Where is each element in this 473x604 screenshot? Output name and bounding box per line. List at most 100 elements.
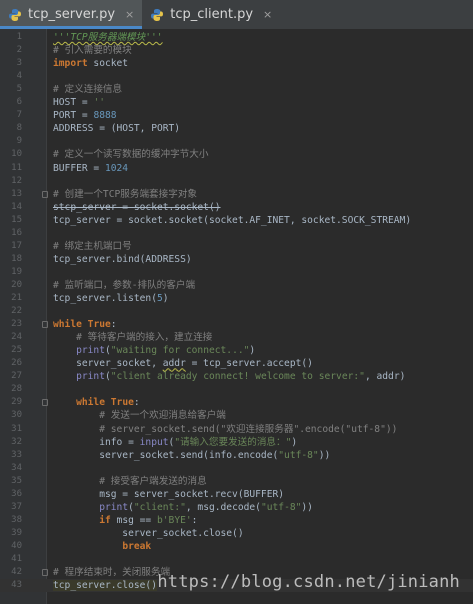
code-text: ADDRESS = (HOST, PORT)	[53, 122, 180, 135]
code-token: while	[53, 319, 82, 331]
code-line[interactable]: 23 while True:	[0, 318, 473, 331]
code-line[interactable]: 9	[0, 135, 473, 148]
code-token: "client:"	[133, 501, 186, 513]
code-text: info = input("请输入您要发送的消息：")	[53, 436, 297, 449]
code-line[interactable]: 28	[0, 383, 473, 396]
code-line[interactable]: 8 ADDRESS = (HOST, PORT)	[0, 122, 473, 135]
code-line[interactable]: 15 tcp_server = socket.socket(socket.AF_I…	[0, 214, 473, 227]
code-text: PORT = 8888	[53, 109, 117, 122]
code-line[interactable]: 10 # 定义一个读写数据的缓冲字节大小	[0, 148, 473, 161]
code-line[interactable]: 1 '''TCP服务器端模块'''	[0, 31, 473, 44]
code-line[interactable]: 4	[0, 70, 473, 83]
code-token: :	[110, 319, 117, 331]
code-line[interactable]: 32 info = input("请输入您要发送的消息：")	[0, 436, 473, 449]
code-line[interactable]: 36 msg = server_socket.recv(BUFFER)	[0, 488, 473, 501]
code-text: print("client already connect! welcome t…	[53, 370, 405, 383]
line-number: 27	[11, 371, 22, 382]
code-token: , addr)	[364, 371, 406, 383]
code-line[interactable]: 12	[0, 175, 473, 188]
code-line[interactable]: 27 print("client already connect! welcom…	[0, 370, 473, 383]
tab-label: tcp_server.py	[28, 7, 116, 22]
code-line[interactable]: 39 server_socket.close()	[0, 527, 473, 540]
code-token: :	[133, 397, 140, 409]
code-line[interactable]: 14 stcp_server = socket.socket()	[0, 201, 473, 214]
code-token: 1024	[104, 162, 129, 174]
code-token: tcp_server = socket.socket(socket.AF_INE…	[53, 214, 412, 226]
line-number: 7	[16, 110, 22, 121]
line-number: 35	[11, 475, 22, 486]
code-token: # 定义连接信息	[53, 84, 123, 96]
code-line[interactable]: 31 # server_socket.send("欢迎连接服务器".encode…	[0, 423, 473, 436]
code-line[interactable]: 16	[0, 227, 473, 240]
code-text: if msg == b'BYE':	[53, 514, 197, 527]
code-line[interactable]: 5 # 定义连接信息	[0, 83, 473, 96]
fold-marker-icon[interactable]	[42, 399, 48, 407]
code-line[interactable]: 19	[0, 266, 473, 279]
code-line[interactable]: 21 tcp_server.listen(5)	[0, 292, 473, 305]
watermark: https://blog.csdn.net/jinianh	[157, 572, 460, 592]
code-token: server_socket.send(info.encode(	[53, 449, 279, 461]
code-line[interactable]: 34	[0, 462, 473, 475]
code-line[interactable]: 13 # 创建一个TCP服务端套接字对象	[0, 188, 473, 201]
code-line[interactable]: 11 BUFFER = 1024	[0, 162, 473, 175]
code-line[interactable]: 20 # 监听端口，参数-排队的客户端	[0, 279, 473, 292]
line-number: 15	[11, 214, 22, 225]
line-number: 26	[11, 358, 22, 369]
code-text: import socket	[53, 57, 128, 70]
code-line[interactable]: 29 while True:	[0, 396, 473, 409]
line-number: 18	[11, 253, 22, 264]
editor-tab-bar: tcp_server.py × tcp_client.py ×	[0, 0, 473, 30]
line-number: 16	[11, 227, 22, 238]
code-text: print("waiting for connect...")	[53, 344, 255, 357]
code-text: server_socket, addr = tcp_server.accept(…	[53, 357, 313, 370]
code-text: # 引入需要的模块	[53, 44, 132, 57]
code-line[interactable]: 37 print("client:", msg.decode("utf-8"))	[0, 501, 473, 514]
code-line[interactable]: 22	[0, 305, 473, 318]
fold-marker-icon[interactable]	[42, 569, 48, 577]
code-line[interactable]: 3 import socket	[0, 57, 473, 70]
code-editor[interactable]: 1 '''TCP服务器端模块''' 2 # 引入需要的模块 3 import socket…	[0, 29, 473, 604]
code-text: # 监听端口，参数-排队的客户端	[53, 279, 195, 292]
code-text: # 定义连接信息	[53, 83, 122, 96]
code-line[interactable]: 24 # 等待客户端的接入，建立连接	[0, 331, 473, 344]
line-number: 6	[16, 97, 22, 108]
code-line[interactable]: 41	[0, 553, 473, 566]
code-line[interactable]: 7 PORT = 8888	[0, 109, 473, 122]
fold-marker-icon[interactable]	[42, 321, 48, 329]
line-number: 14	[11, 201, 22, 212]
close-icon[interactable]: ×	[125, 8, 134, 21]
line-number: 43	[11, 580, 22, 591]
line-number: 12	[11, 175, 22, 186]
code-line[interactable]: 30 # 发送一个欢迎消息给客户端	[0, 409, 473, 422]
code-token: tcp_server.close()	[53, 580, 157, 592]
code-line[interactable]: 35 # 接受客户端发送的消息	[0, 475, 473, 488]
line-number: 34	[11, 462, 22, 473]
code-token: # 创建一个TCP服务端套接字对象	[53, 188, 198, 200]
code-line[interactable]: 6 HOST = ''	[0, 96, 473, 109]
code-line[interactable]: 40 break	[0, 540, 473, 553]
tab-tcp-server[interactable]: tcp_server.py ×	[0, 0, 143, 29]
code-line[interactable]: 18 tcp_server.bind(ADDRESS)	[0, 253, 473, 266]
code-token: msg ==	[110, 514, 157, 526]
code-line[interactable]: 25 print("waiting for connect...")	[0, 344, 473, 357]
fold-marker-icon[interactable]	[42, 190, 48, 198]
code-line[interactable]: 26 server_socket, addr = tcp_server.acce…	[0, 357, 473, 370]
code-token: tcp_server.bind(ADDRESS)	[53, 253, 192, 265]
code-line[interactable]: 17 # 绑定主机端口号	[0, 240, 473, 253]
code-line[interactable]: 2 # 引入需要的模块	[0, 44, 473, 57]
code-token: True	[87, 319, 111, 331]
code-token: )	[162, 293, 169, 304]
code-line[interactable]: 33 server_socket.send(info.encode("utf-8…	[0, 449, 473, 462]
close-icon[interactable]: ×	[263, 8, 272, 21]
code-text: # 等待客户端的接入，建立连接	[53, 331, 212, 344]
tab-label: tcp_client.py	[170, 7, 254, 22]
code-text: print("client:", msg.decode("utf-8"))	[53, 501, 313, 514]
code-line[interactable]: 38 if msg == b'BYE':	[0, 514, 473, 527]
tab-tcp-client[interactable]: tcp_client.py ×	[142, 0, 280, 29]
line-number: 29	[11, 397, 22, 408]
